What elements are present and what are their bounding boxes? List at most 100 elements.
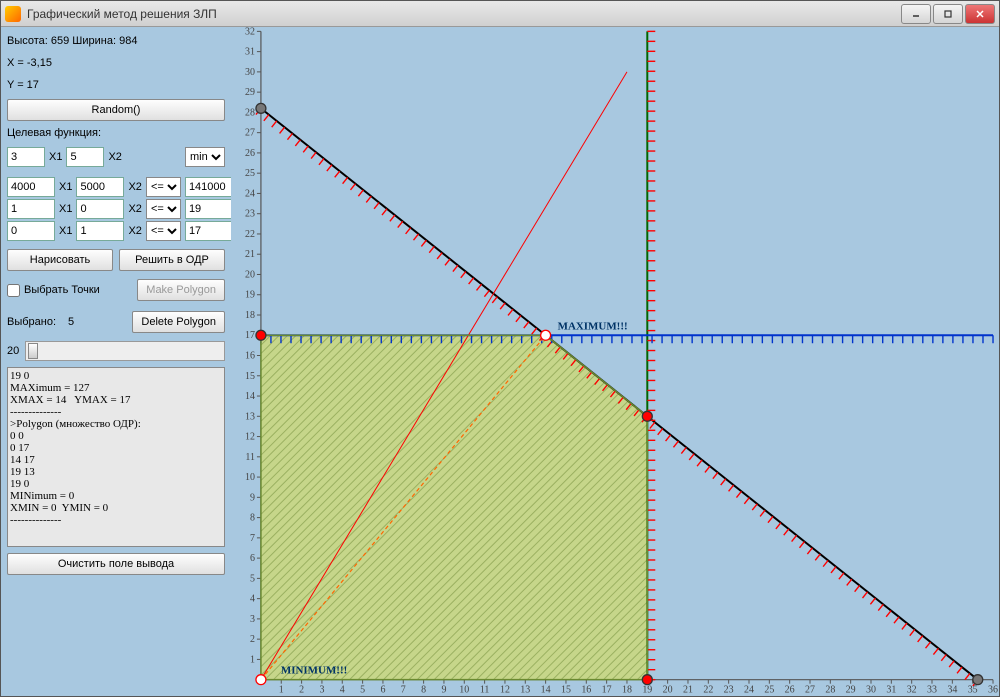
svg-text:7: 7 [401,685,406,696]
svg-text:2: 2 [299,685,304,696]
minimize-button[interactable] [901,4,931,24]
svg-text:1: 1 [279,685,284,696]
selected-label: Выбрано: [7,316,56,328]
svg-text:12: 12 [500,685,510,696]
selected-count: 5 [68,316,74,328]
zoom-slider[interactable] [25,341,225,361]
svg-text:11: 11 [480,685,490,696]
svg-text:16: 16 [245,351,255,362]
svg-text:5: 5 [250,573,255,584]
c1-rel-select[interactable]: <= [146,199,181,219]
obj-c1-input[interactable] [7,147,45,167]
c0-rel-select[interactable]: <= [146,177,181,197]
svg-text:6: 6 [250,553,255,564]
svg-text:24: 24 [744,685,754,696]
c2-a1-input[interactable] [7,221,55,241]
svg-text:23: 23 [245,209,255,220]
svg-text:33: 33 [927,685,937,696]
goal-select[interactable]: min [185,147,225,167]
svg-text:28: 28 [245,107,255,118]
svg-text:27: 27 [805,685,815,696]
svg-text:22: 22 [245,229,255,240]
svg-text:3: 3 [319,685,324,696]
svg-text:30: 30 [245,67,255,78]
svg-text:31: 31 [886,685,896,696]
objective-label: Целевая функция: [7,127,225,139]
c1-a1-input[interactable] [7,199,55,219]
svg-text:27: 27 [245,128,255,139]
svg-text:29: 29 [846,685,856,696]
svg-text:20: 20 [245,269,255,280]
obj-c2-input[interactable] [66,147,104,167]
close-button[interactable] [965,4,995,24]
svg-text:25: 25 [764,685,774,696]
c1-b-input[interactable] [185,199,233,219]
svg-text:32: 32 [907,685,917,696]
svg-text:21: 21 [245,249,255,260]
svg-text:26: 26 [785,685,795,696]
window-controls [901,4,995,24]
svg-text:4: 4 [340,685,345,696]
svg-text:21: 21 [683,685,693,696]
draw-button[interactable]: Нарисовать [7,249,113,271]
delete-polygon-button[interactable]: Delete Polygon [132,311,225,333]
random-button[interactable]: Random() [7,99,225,121]
titlebar[interactable]: Графический метод решения ЗЛП [1,1,999,27]
solve-button[interactable]: Решить в ОДР [119,249,225,271]
svg-text:11: 11 [245,452,255,463]
svg-text:32: 32 [245,27,255,37]
svg-text:13: 13 [520,685,530,696]
slider-value: 20 [7,345,19,357]
svg-text:9: 9 [250,492,255,503]
svg-text:9: 9 [441,685,446,696]
svg-text:10: 10 [459,685,469,696]
x1-label-1: X1 [59,181,72,193]
x1-label-2: X1 [59,203,72,215]
slider-thumb[interactable] [28,343,38,359]
svg-text:1: 1 [250,654,255,665]
svg-text:10: 10 [245,472,255,483]
svg-text:34: 34 [947,685,957,696]
svg-text:16: 16 [581,685,591,696]
svg-text:13: 13 [245,411,255,422]
svg-text:20: 20 [663,685,673,696]
lp-chart[interactable]: 1234567891011121314151617181920212223242… [231,27,999,696]
mouse-y-status: Y = 17 [7,79,225,91]
output-textarea[interactable]: 19 0 MAXimum = 127 XMAX = 14 YMAX = 17 -… [7,367,225,547]
app-window: Графический метод решения ЗЛП Высота: 65… [0,0,1000,697]
chart-area[interactable]: 1234567891011121314151617181920212223242… [231,27,999,696]
c2-rel-select[interactable]: <= [146,221,181,241]
c0-a1-input[interactable] [7,177,55,197]
clear-output-button[interactable]: Очистить поле вывода [7,553,225,575]
svg-text:4: 4 [250,594,255,605]
c2-a2-input[interactable] [76,221,124,241]
mouse-x-status: X = -3,15 [7,57,225,69]
c1-a2-input[interactable] [76,199,124,219]
svg-text:2: 2 [250,634,255,645]
make-polygon-button[interactable]: Make Polygon [137,279,225,301]
svg-text:35: 35 [968,685,978,696]
svg-text:MAXIMUM!!!: MAXIMUM!!! [558,320,628,332]
svg-text:7: 7 [250,533,255,544]
svg-text:15: 15 [245,371,255,382]
x2-label-3: X2 [128,225,141,237]
svg-text:6: 6 [380,685,385,696]
c0-a2-input[interactable] [76,177,124,197]
x2-label-0: X2 [108,151,121,163]
window-title: Графический метод решения ЗЛП [27,7,901,21]
svg-text:14: 14 [541,685,551,696]
svg-text:23: 23 [724,685,734,696]
svg-text:17: 17 [602,685,612,696]
c0-b-input[interactable] [185,177,233,197]
dimensions-status: Высота: 659 Ширина: 984 [7,35,225,47]
svg-text:8: 8 [250,513,255,524]
select-points-label: Выбрать Точки [24,284,100,296]
maximize-button[interactable] [933,4,963,24]
app-icon [5,6,21,22]
c2-b-input[interactable] [185,221,233,241]
select-points-checkbox[interactable] [7,284,20,297]
svg-text:30: 30 [866,685,876,696]
x1-label-0: X1 [49,151,62,163]
svg-text:31: 31 [245,47,255,58]
svg-text:MINIMUM!!!: MINIMUM!!! [281,665,347,677]
